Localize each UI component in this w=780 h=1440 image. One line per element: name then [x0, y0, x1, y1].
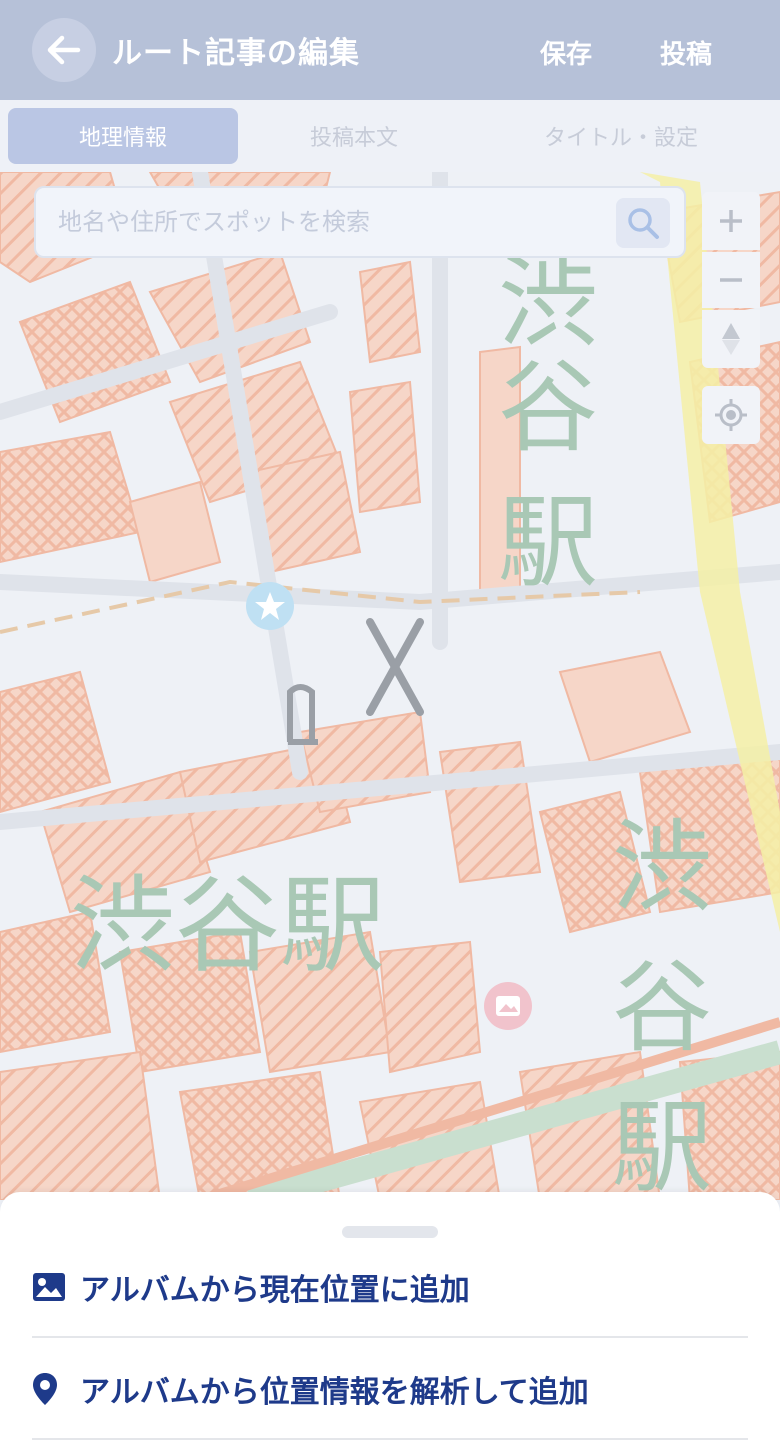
- tab-bar: 地理情報 投稿本文 タイトル・設定: [0, 100, 780, 172]
- zoom-out-button[interactable]: [702, 252, 760, 308]
- add-from-album-analyze-location[interactable]: アルバムから位置情報を解析して追加: [32, 1340, 748, 1440]
- map-label-station-top-2: 谷: [498, 349, 598, 466]
- star-marker[interactable]: [246, 582, 294, 630]
- map-label-station-right-2: 谷: [612, 949, 712, 1066]
- tab-post-body[interactable]: 投稿本文: [238, 108, 470, 164]
- map-label-station-top-3: 駅: [498, 484, 598, 601]
- zoom-in-button[interactable]: [702, 192, 760, 250]
- map-label-station-bottom: 渋谷駅: [70, 865, 385, 987]
- current-location-button[interactable]: [702, 386, 760, 444]
- page-title: ルート記事の編集: [112, 36, 360, 71]
- map-label-station-top-1: 渋: [498, 244, 598, 361]
- app-header: ルート記事の編集 保存 投稿: [0, 0, 780, 100]
- map-label-station-right-3: 駅: [612, 1089, 712, 1200]
- sheet-item-label: アルバムから位置情報を解析して追加: [80, 1375, 589, 1410]
- sheet-item-label: アルバムから現在位置に追加: [80, 1273, 470, 1308]
- spot-search-box: [34, 186, 686, 258]
- tab-title-settings[interactable]: タイトル・設定: [470, 108, 772, 164]
- search-icon: [628, 208, 659, 239]
- search-button[interactable]: [616, 198, 670, 248]
- compass-button[interactable]: [702, 310, 760, 368]
- bottom-sheet: アルバムから現在位置に追加 アルバムから位置情報を解析して追加: [0, 1192, 780, 1440]
- compass-icon: [722, 323, 740, 355]
- add-from-album-current-location[interactable]: アルバムから現在位置に追加: [32, 1238, 748, 1338]
- save-button[interactable]: 保存: [540, 34, 592, 71]
- sheet-drag-handle[interactable]: [342, 1226, 438, 1238]
- map-view[interactable]: 渋 谷 駅 渋谷駅 渋 谷 駅: [0, 172, 780, 1200]
- photo-marker[interactable]: [484, 982, 532, 1030]
- map-label-station-right-1: 渋: [612, 809, 712, 926]
- tab-geo-info[interactable]: 地理情報: [8, 108, 238, 164]
- search-input[interactable]: [58, 204, 618, 240]
- image-icon: [32, 1272, 68, 1302]
- back-button[interactable]: [32, 18, 96, 82]
- map-pin-icon: [32, 1372, 68, 1406]
- crosshair-icon: [715, 399, 747, 431]
- post-button[interactable]: 投稿: [660, 34, 712, 71]
- plus-icon: [720, 210, 742, 232]
- minus-icon: [720, 278, 742, 282]
- map-canvas[interactable]: 渋 谷 駅 渋谷駅 渋 谷 駅: [0, 172, 780, 1200]
- arrow-left-icon: [47, 35, 81, 65]
